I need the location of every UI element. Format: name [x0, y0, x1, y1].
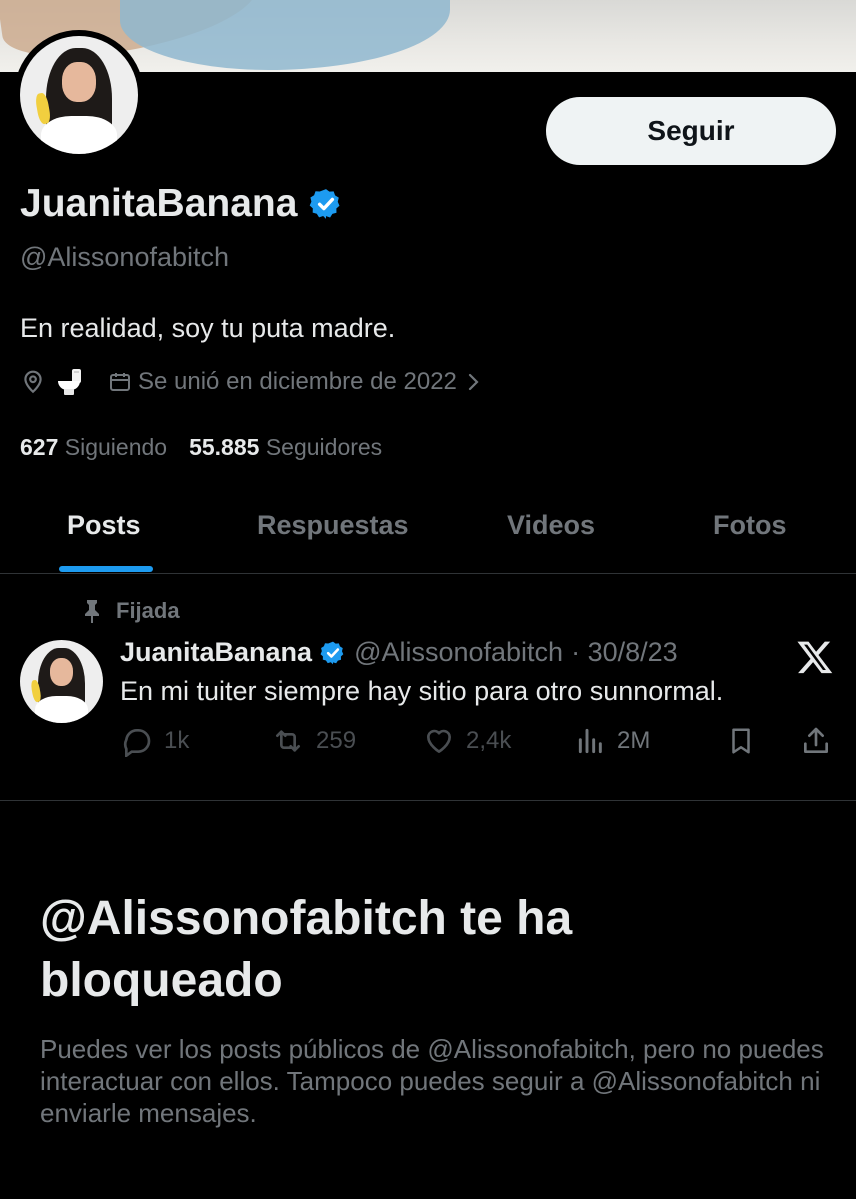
bookmark-button[interactable]: [726, 725, 756, 757]
verified-badge-icon[interactable]: [309, 187, 343, 221]
pin-icon: [85, 600, 99, 623]
toilet-emoji: [54, 366, 86, 398]
pinned-indicator: Fijada: [82, 598, 180, 624]
calendar-icon: [108, 370, 132, 394]
active-tab-indicator: [59, 566, 153, 572]
views-count: 2M: [617, 727, 651, 754]
verified-badge-icon: [320, 641, 344, 664]
repost-button[interactable]: 259: [270, 725, 356, 757]
avatar-image: [20, 36, 138, 154]
reply-count: 1k: [164, 727, 190, 754]
post-author-handle[interactable]: @Alissonofabitch: [354, 637, 563, 668]
display-name-text: JuanitaBanana: [20, 182, 298, 225]
post-author-avatar[interactable]: [20, 640, 103, 723]
profile-avatar[interactable]: [14, 30, 144, 160]
views-button[interactable]: 2M: [575, 725, 650, 757]
repost-count: 259: [316, 727, 357, 754]
joined-date: Se unió en diciembre de 2022: [138, 368, 457, 395]
reply-button[interactable]: 1k: [120, 725, 189, 757]
section-divider: [0, 800, 856, 801]
profile-display-name: JuanitaBanana: [20, 182, 343, 226]
share-icon: [804, 727, 828, 753]
reply-icon: [123, 728, 151, 757]
bookmark-icon: [732, 728, 750, 754]
x-logo-icon[interactable]: [796, 638, 834, 676]
post-text[interactable]: En mi tuiter siempre hay sitio para otro…: [120, 676, 723, 707]
repost-icon: [276, 730, 300, 752]
profile-tabs: Posts Respuestas Videos Fotos: [0, 490, 856, 574]
tab-respuestas[interactable]: Respuestas: [257, 510, 409, 541]
post-author-name[interactable]: JuanitaBanana: [120, 637, 312, 668]
following-link[interactable]: 627 Siguiendo: [20, 434, 167, 461]
tab-fotos[interactable]: Fotos: [713, 510, 787, 541]
profile-handle: @Alissonofabitch: [20, 242, 230, 272]
blocked-title: @Alissonofabitch te ha bloqueado: [40, 892, 573, 1007]
follow-button[interactable]: Seguir: [546, 97, 836, 165]
like-count: 2,4k: [466, 727, 512, 754]
heart-icon: [427, 729, 451, 753]
post-header: JuanitaBanana @Alissonofabitch · 30/8/23: [120, 637, 678, 668]
location-pin-icon: [20, 369, 46, 395]
like-button[interactable]: 2,4k: [422, 725, 511, 757]
views-chart-icon: [578, 728, 602, 754]
chevron-right-icon[interactable]: [467, 372, 481, 392]
blocked-description: Puedes ver los posts públicos de @Alisso…: [40, 1034, 824, 1128]
pinned-label: Fijada: [116, 598, 180, 623]
followers-link[interactable]: 55.885 Seguidores: [189, 434, 382, 461]
following-label: Siguiendo: [64, 434, 168, 460]
share-button[interactable]: [800, 725, 832, 757]
profile-meta: Se unió en diciembre de 2022: [20, 366, 481, 398]
tab-videos[interactable]: Videos: [507, 510, 595, 541]
post-date[interactable]: · 30/8/23: [571, 637, 678, 668]
post-actions: 1k 259 2,4k 2M: [120, 725, 836, 765]
profile-bio: En realidad, soy tu puta madre.: [20, 313, 396, 343]
banner-shape: [120, 0, 450, 70]
following-count: 627: [20, 434, 59, 460]
avatar-image: [20, 640, 103, 723]
tab-posts[interactable]: Posts: [67, 510, 141, 541]
profile-stats: 627 Siguiendo 55.885 Seguidores: [20, 434, 382, 461]
followers-count: 55.885: [189, 434, 260, 460]
followers-label: Seguidores: [265, 434, 383, 460]
